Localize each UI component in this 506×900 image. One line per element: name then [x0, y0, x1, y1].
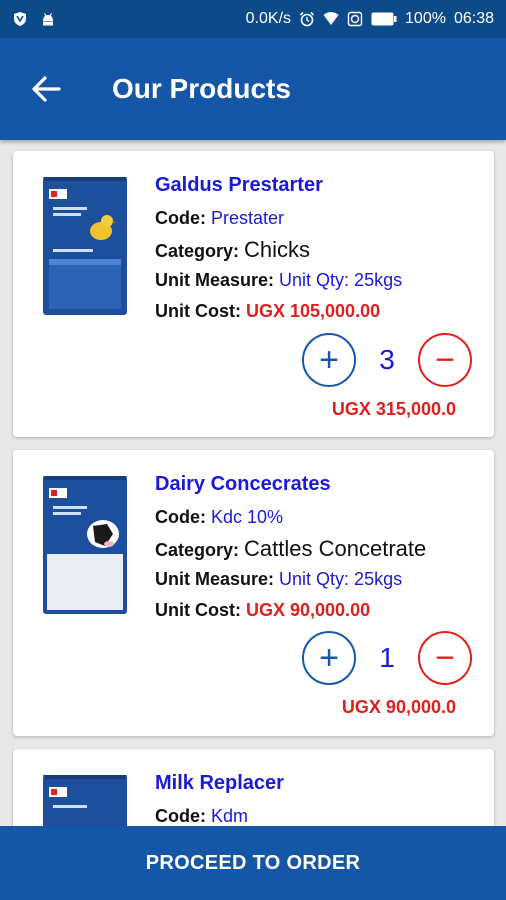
product-code-row: Code: Kdc 10% [155, 502, 485, 533]
proceed-label: PROCEED TO ORDER [145, 851, 361, 874]
quantity-stepper: + 3 − [302, 333, 472, 387]
unit-measure-label: Unit Measure: [155, 270, 275, 290]
wifi-icon [323, 12, 339, 25]
clock: 06:38 [453, 10, 494, 27]
shield-icon [14, 12, 26, 26]
category-label: Category: [155, 241, 240, 261]
alarm-icon [299, 11, 315, 27]
quantity-stepper: + 1 − [302, 631, 472, 685]
decrease-quantity-button[interactable]: − [418, 333, 472, 387]
product-category-row: Category: Chicks [155, 234, 485, 265]
unit-cost-label: Unit Cost: [155, 301, 241, 321]
minus-icon: − [435, 639, 455, 677]
product-image-dairy-feed-bag [43, 476, 127, 614]
quantity-value: 3 [379, 344, 395, 375]
product-unit-measure: Unit Qty: 25kgs [279, 270, 403, 290]
data-saver-icon [347, 11, 363, 27]
proceed-to-order-button[interactable]: PROCEED TO ORDER [0, 826, 506, 900]
product-unit-cost-row: Unit Cost: UGX 90,000.00 [155, 595, 485, 626]
product-name: Milk Replacer [155, 772, 284, 794]
unit-measure-label: Unit Measure: [155, 569, 275, 589]
product-code: Kdc 10% [211, 507, 284, 527]
network-speed: 0.0K/s [245, 10, 292, 27]
product-info: Galdus Prestarter Code: Prestater Catego… [155, 173, 485, 327]
product-info: Dairy Concecrates Code: Kdc 10% Category… [155, 472, 485, 626]
product-code: Kdm [211, 806, 249, 826]
product-unit-measure-row: Unit Measure: Unit Qty: 25kgs [155, 265, 485, 296]
status-left [12, 11, 56, 27]
product-image-chick-feed-bag [43, 177, 127, 315]
product-unit-measure-row: Unit Measure: Unit Qty: 25kgs [155, 564, 485, 595]
product-category: Chicks [244, 237, 311, 262]
android-icon [43, 13, 53, 26]
quantity-value: 1 [379, 642, 395, 673]
code-label: Code: [155, 208, 206, 228]
back-button[interactable] [24, 67, 68, 111]
arrow-left-icon [32, 76, 61, 102]
category-label: Category: [155, 540, 240, 560]
product-info: Milk Replacer Code: Kdm [155, 771, 485, 826]
battery-level: 100% [405, 10, 446, 27]
page-title: Our Products [112, 73, 291, 104]
line-total: UGX 315,000.0 [331, 399, 456, 419]
unit-cost-label: Unit Cost: [155, 600, 241, 620]
product-category: Cattles Concetrate [244, 536, 427, 561]
product-code-row: Code: Prestater [155, 203, 485, 234]
app-bar: Our Products [0, 38, 506, 140]
battery-icon [371, 12, 397, 26]
product-unit-measure: Unit Qty: 25kgs [279, 569, 403, 589]
product-card: Dairy Concecrates Code: Kdc 10% Category… [13, 450, 494, 736]
product-unit-cost: UGX 90,000.00 [246, 600, 371, 620]
plus-icon: + [319, 639, 339, 677]
plus-icon: + [319, 341, 339, 379]
product-category-row: Category: Cattles Concetrate [155, 533, 485, 564]
product-code: Prestater [211, 208, 285, 228]
product-name: Dairy Concecrates [155, 473, 331, 495]
product-unit-cost-row: Unit Cost: UGX 105,000.00 [155, 296, 485, 327]
product-name: Galdus Prestarter [155, 174, 323, 196]
code-label: Code: [155, 507, 206, 527]
product-card: Milk Replacer Code: Kdm [13, 749, 494, 826]
increase-quantity-button[interactable]: + [302, 333, 356, 387]
decrease-quantity-button[interactable]: − [418, 631, 472, 685]
product-image-milk-replacer-bag [43, 775, 127, 826]
status-right: 0.0K/s 100% 06:38 [246, 10, 494, 28]
minus-icon: − [435, 341, 455, 379]
increase-quantity-button[interactable]: + [302, 631, 356, 685]
product-card: Galdus Prestarter Code: Prestater Catego… [13, 151, 494, 437]
product-list[interactable]: Galdus Prestarter Code: Prestater Catego… [0, 140, 506, 826]
line-total: UGX 90,000.0 [341, 697, 456, 717]
code-label: Code: [155, 806, 206, 826]
status-bar: 0.0K/s 100% 06:38 [0, 0, 506, 38]
product-unit-cost: UGX 105,000.00 [246, 301, 381, 321]
product-code-row: Code: Kdm [155, 801, 485, 826]
